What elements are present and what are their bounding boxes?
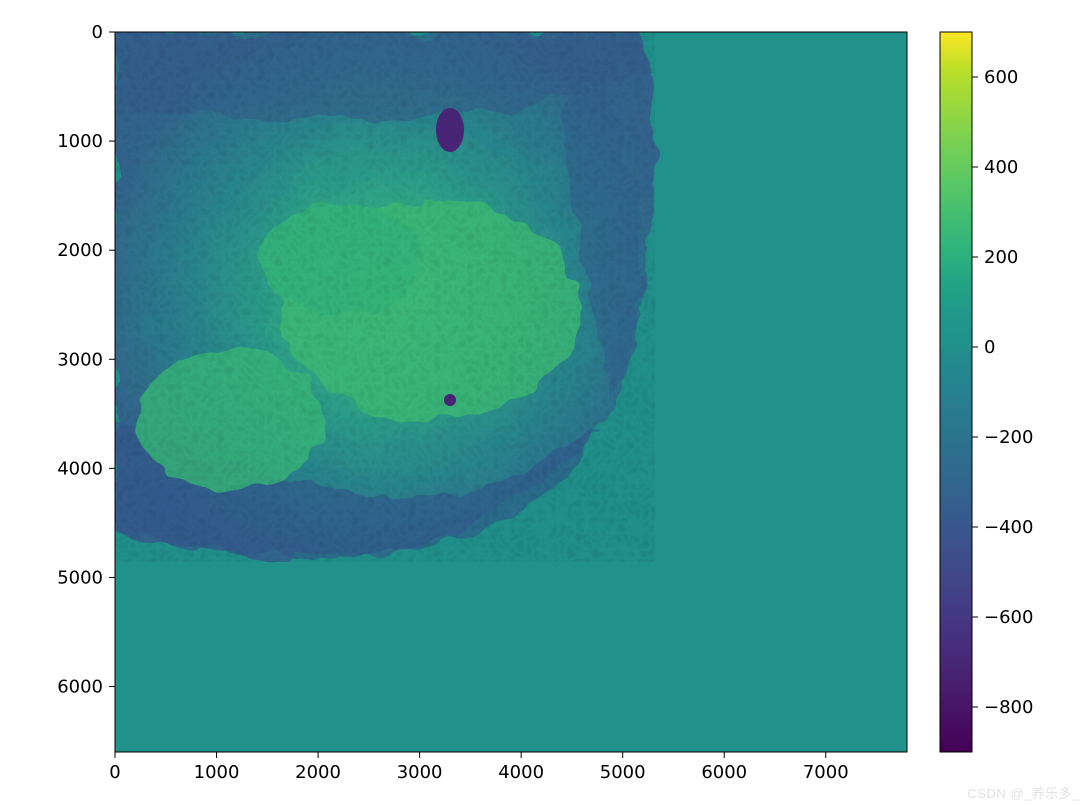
y-axis: 0 1000 2000 3000 4000 5000 6000 [57,22,115,698]
y-tick-label: 6000 [57,677,103,698]
dark-spot-2 [444,394,456,406]
y-tick-label: 3000 [57,349,103,370]
y-tick-label: 4000 [57,458,103,479]
x-tick-label: 0 [109,762,120,783]
watermark: CSDN @_养乐多_ [967,783,1080,802]
colorbar-tick-label: 400 [984,157,1018,178]
dark-lake-spot [436,108,464,152]
x-tick-label: 6000 [701,762,747,783]
y-tick-label: 1000 [57,131,103,152]
x-tick-label: 3000 [397,762,443,783]
y-tick-label: 2000 [57,240,103,261]
colorbar-tick-label: 0 [984,337,995,358]
colorbar-tick-label: −200 [984,427,1033,448]
y-tick-label: 5000 [57,567,103,588]
colorbar-tick-label: 600 [984,67,1018,88]
x-tick-label: 4000 [498,762,544,783]
colorbar: −800 −600 −400 −200 0 200 400 600 [940,32,1033,752]
x-axis: 0 1000 2000 3000 4000 5000 6000 7000 [109,752,848,783]
x-tick-label: 7000 [803,762,849,783]
x-tick-label: 2000 [295,762,341,783]
y-tick-label: 0 [92,22,103,43]
x-tick-label: 5000 [600,762,646,783]
colorbar-tick-label: −400 [984,517,1033,538]
colorbar-gradient [940,32,972,752]
colorbar-tick-label: −600 [984,607,1033,628]
colorbar-tick-label: −800 [984,697,1033,718]
colorbar-tick-label: 200 [984,247,1018,268]
x-tick-label: 1000 [194,762,240,783]
heatmap-plot [115,32,907,752]
figure: 01000200030004000500060007000 0100020003… [0,0,1086,806]
